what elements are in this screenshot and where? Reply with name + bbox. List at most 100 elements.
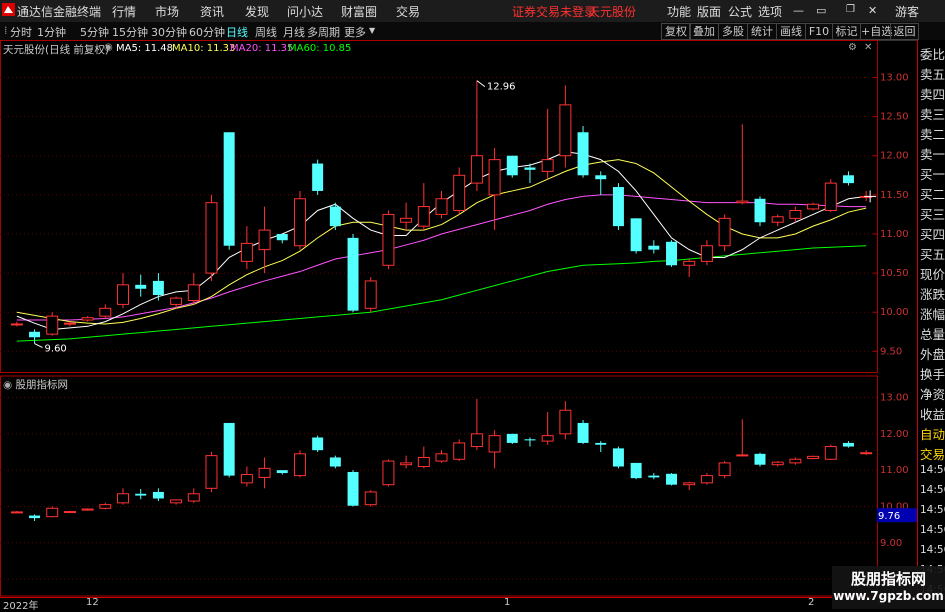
quote-panel-item[interactable]: 换手 — [920, 364, 945, 383]
draw-line-button[interactable]: 画线 — [776, 23, 806, 40]
tab-period-more[interactable]: 更多 — [344, 24, 366, 40]
quote-panel-item[interactable]: 卖三 — [920, 104, 945, 123]
add-watchlist-button[interactable]: +自选 — [860, 23, 892, 40]
kline-chart[interactable]: 13.00 12.50 12.00 11.50 11.00 10.50 10.00 9.50 1… — [0, 40, 917, 597]
quote-panel-item[interactable]: 交易 — [920, 444, 945, 463]
menu-item-trade[interactable]: 交易 — [396, 3, 420, 20]
quote-panel-item[interactable]: 自动 — [920, 424, 945, 443]
tab-period-15min[interactable]: 15分钟 — [112, 24, 148, 40]
indicator-candle-body — [99, 504, 112, 509]
candle-body — [276, 233, 288, 241]
tab-period-5min[interactable]: 5分钟 — [80, 24, 109, 40]
menu-item-layout[interactable]: 版面 — [697, 3, 721, 20]
quote-panel-item[interactable]: 14:56 — [920, 544, 945, 556]
quote-panel-item[interactable]: 买一 — [920, 164, 945, 183]
candle-body — [648, 245, 660, 250]
tab-period-1min[interactable]: 1分钟 — [37, 24, 66, 40]
indicator-candle-body — [666, 473, 678, 485]
quote-panel-item[interactable]: 14:56 — [920, 524, 945, 536]
restore-icon[interactable]: ❐ — [846, 4, 855, 15]
date-label-jan: 1 — [504, 597, 511, 608]
quote-panel-item[interactable]: 买三 — [920, 204, 945, 223]
candle-body — [718, 217, 731, 247]
indicator-candle-body — [382, 460, 395, 486]
menu-item-function[interactable]: 功能 — [667, 3, 691, 20]
stats-button[interactable]: 统计 — [747, 23, 777, 40]
candle-body — [789, 210, 802, 219]
quote-panel-item[interactable]: 委比 — [920, 44, 945, 63]
indicator-candle-body — [187, 493, 200, 502]
price-tick-label: 10.50 — [880, 268, 909, 279]
quote-panel-item[interactable]: 收益 — [920, 404, 945, 423]
candle-body — [612, 187, 624, 227]
quote-panel-item[interactable]: 买四 — [920, 224, 945, 243]
quote-panel-item[interactable]: 买二 — [920, 184, 945, 203]
max-label: 12.96 — [487, 82, 516, 93]
indicator-settings-icon[interactable]: ◉ — [3, 379, 16, 391]
overlay-button[interactable]: 叠加 — [689, 23, 719, 40]
tab-period-fenshi[interactable]: 分时 — [10, 24, 32, 40]
f10-button[interactable]: F10 — [805, 23, 833, 40]
quote-panel-item[interactable]: 卖四 — [920, 84, 945, 103]
menu-item-ask[interactable]: 问小达 — [287, 3, 323, 20]
tab-period-weekly[interactable]: 周线 — [255, 24, 277, 40]
menu-item-discover[interactable]: 发现 — [245, 3, 269, 20]
guest-label[interactable]: 游客 — [895, 3, 919, 20]
ma5-line — [16, 151, 867, 330]
indicator-candle-body — [293, 453, 306, 477]
ma-settings-icon[interactable]: ◉ — [104, 42, 113, 53]
price-tick-label: 12.50 — [880, 112, 909, 123]
date-label-dec: 12 — [86, 597, 99, 608]
menu-item-news[interactable]: 资讯 — [200, 3, 224, 20]
quote-panel-item[interactable]: 涨幅 — [920, 304, 945, 323]
candle-body — [700, 245, 713, 262]
indicator-candle-body — [170, 499, 183, 504]
quote-panel-item[interactable]: 卖一 — [920, 144, 945, 163]
minimize-icon[interactable]: — — [793, 4, 804, 17]
quote-panel-item[interactable]: 14:56 — [920, 504, 945, 516]
indicator-candle-body — [10, 511, 23, 514]
quote-panel-item[interactable]: 净资 — [920, 384, 945, 403]
candle-body — [559, 104, 572, 157]
menu-item-quotes[interactable]: 行情 — [112, 3, 136, 20]
quote-panel-item[interactable]: 涨跌 — [920, 284, 945, 303]
mark-button[interactable]: 标记 — [832, 23, 861, 40]
adjust-button[interactable]: 复权 — [661, 23, 691, 40]
tab-period-daily[interactable]: 日线 — [226, 24, 248, 40]
quote-panel-item[interactable]: 卖五 — [920, 64, 945, 83]
quote-panel-item[interactable]: 现价 — [920, 264, 945, 283]
chart-close-icon[interactable]: ✕ — [864, 42, 872, 53]
menu-item-wealth[interactable]: 财富圈 — [341, 3, 377, 20]
menu-item-formula[interactable]: 公式 — [728, 3, 752, 20]
tab-period-multi[interactable]: 多周期 — [307, 24, 340, 40]
multi-stock-button[interactable]: 多股 — [718, 23, 748, 40]
chevron-down-icon[interactable]: ▼ — [369, 26, 375, 35]
candle-body — [400, 217, 413, 223]
indicator-tick-label: 12.00 — [880, 429, 909, 440]
candle-body — [595, 175, 607, 180]
quote-panel-item[interactable]: 卖二 — [920, 124, 945, 143]
tab-period-30min[interactable]: 30分钟 — [151, 24, 187, 40]
indicator-label: ◉ 股朋指标网 — [3, 377, 68, 392]
menu-item-options[interactable]: 选项 — [758, 3, 782, 20]
candle-body — [117, 284, 129, 305]
chart-settings-icon[interactable]: ⚙ — [848, 42, 857, 53]
close-icon[interactable]: ✕ — [868, 4, 877, 17]
indicator-candle-body — [771, 461, 784, 466]
quote-panel-item[interactable]: 总量 — [920, 324, 945, 343]
notice-stock-name[interactable]: 天元股份 — [588, 3, 636, 20]
trade-login-notice[interactable]: 证券交易未登录 — [512, 3, 596, 20]
indicator-tick-label: 11.00 — [880, 465, 909, 476]
maximize-icon[interactable]: ▭ — [816, 4, 826, 17]
candle-body — [771, 216, 784, 223]
quote-panel-item[interactable]: 买五 — [920, 244, 945, 263]
menu-item-market[interactable]: 市场 — [155, 3, 179, 20]
candle-body — [10, 323, 23, 326]
price-axis: 13.00 12.50 12.00 11.50 11.00 10.50 10.00 9.50 1… — [873, 72, 917, 585]
tab-period-monthly[interactable]: 月线 — [283, 24, 305, 40]
back-button[interactable]: 返回 — [890, 23, 919, 40]
quote-panel-item[interactable]: 外盘 — [920, 344, 945, 363]
quote-panel-item[interactable]: 14:56 — [920, 464, 945, 476]
quote-panel-item[interactable]: 14:56 — [920, 484, 945, 496]
tab-period-60min[interactable]: 60分钟 — [189, 24, 225, 40]
